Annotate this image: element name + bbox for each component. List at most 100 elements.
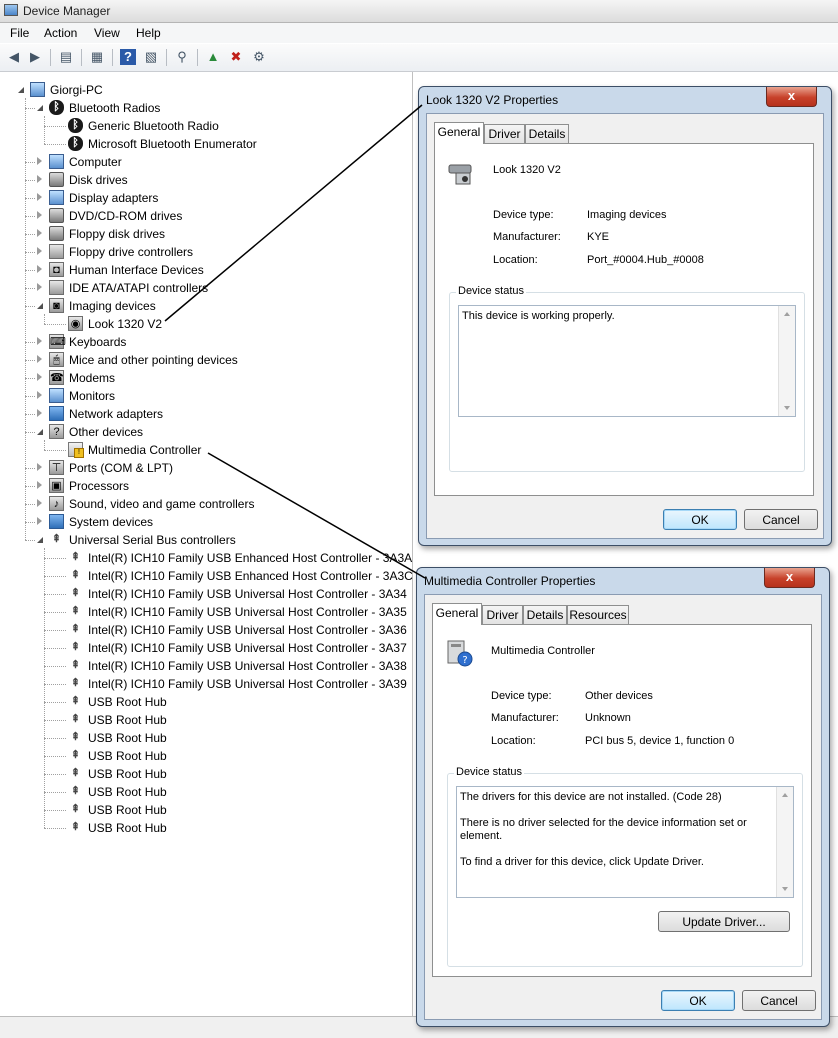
expand-arrow-icon[interactable] [37,211,42,219]
properties-icon[interactable]: ▦ [89,49,105,65]
tree-node[interactable]: ♪ Sound, video and game controllers [37,495,400,513]
tree-node[interactable]: Display adapters [37,189,400,207]
expand-arrow-icon[interactable] [37,499,42,507]
device-status-textbox[interactable]: The drivers for this device are not inst… [456,786,794,898]
expand-arrow-icon[interactable] [37,265,42,273]
tree-node[interactable]: ◘ Human Interface Devices [37,261,400,279]
tree-node[interactable]: ⇞ USB Root Hub [56,729,400,747]
collapse-arrow-icon[interactable] [18,87,24,93]
scroll-up-icon[interactable] [782,793,788,797]
tree-node[interactable]: ⇞ USB Root Hub [56,747,400,765]
tab-driver[interactable]: Driver [482,605,523,624]
tree-node[interactable]: ⇞ Intel(R) ICH10 Family USB Universal Hos… [56,657,407,675]
ok-button[interactable]: OK [663,509,737,530]
tab-general[interactable]: General [434,122,484,144]
tree-node[interactable]: ⊤ Ports (COM & LPT) [37,459,400,477]
tree-node[interactable]: ⇞ USB Root Hub [56,783,400,801]
close-button[interactable]: x [766,87,817,107]
tree-node[interactable]: 🖱 Mice and other pointing devices [37,351,400,369]
expand-arrow-icon[interactable] [37,175,42,183]
status-scrollbar[interactable] [776,787,793,897]
expand-arrow-icon[interactable] [37,193,42,201]
tree-node[interactable]: System devices [37,513,400,531]
tab-general[interactable]: General [432,603,482,625]
tree-node[interactable]: ? Other devices [37,423,400,441]
expand-arrow-icon[interactable] [37,517,42,525]
tree-node[interactable]: ⇞ USB Root Hub [56,765,400,783]
tree-node[interactable]: Giorgi-PC [18,81,400,99]
tree-node[interactable]: Floppy drive controllers [37,243,400,261]
tree-node[interactable]: ⇞ Intel(R) ICH10 Family USB Universal Hos… [56,585,407,603]
status-scrollbar[interactable] [778,306,795,416]
expand-arrow-icon[interactable] [37,373,42,381]
collapse-arrow-icon[interactable] [37,105,43,111]
tree-node[interactable]: ☎ Modems [37,369,400,387]
tree-node[interactable]: Multimedia Controller [56,441,400,459]
tree-node[interactable]: ▣ Processors [37,477,400,495]
collapse-arrow-icon[interactable] [37,429,43,435]
tree-node[interactable]: ⇞ Intel(R) ICH10 Family USB Enhanced Host… [56,567,413,585]
tree-node[interactable]: Monitors [37,387,400,405]
tree-node[interactable]: ⇞ Intel(R) ICH10 Family USB Universal Hos… [56,621,407,639]
tab-driver[interactable]: Driver [484,124,525,143]
tree-node[interactable]: Floppy disk drives [37,225,400,243]
tab-resources[interactable]: Resources [567,605,629,624]
expand-arrow-icon[interactable] [37,355,42,363]
expand-arrow-icon[interactable] [37,247,42,255]
tree-node[interactable]: DVD/CD-ROM drives [37,207,400,225]
menu-action[interactable]: Action [44,26,77,40]
action-pane-icon[interactable]: ▧ [143,49,159,65]
tree-node[interactable]: IDE ATA/ATAPI controllers [37,279,400,297]
cancel-button[interactable]: Cancel [742,990,816,1011]
expand-arrow-icon[interactable] [37,283,42,291]
expand-arrow-icon[interactable] [37,481,42,489]
device-tree[interactable]: Giorgi-PC ᛒ Bluetooth Radios ᛒ Generic Bluet… [0,72,413,1016]
tree-node[interactable]: ⇞ Intel(R) ICH10 Family USB Universal Hos… [56,639,407,657]
expand-arrow-icon[interactable] [37,463,42,471]
cancel-button[interactable]: Cancel [744,509,818,530]
update-driver-button[interactable]: Update Driver... [658,911,790,932]
collapse-arrow-icon[interactable] [37,537,43,543]
close-button[interactable]: x [764,568,815,588]
collapse-arrow-icon[interactable] [37,303,43,309]
expand-arrow-icon[interactable] [37,229,42,237]
disable-device-icon[interactable]: ⚙ [251,49,267,65]
device-status-textbox[interactable]: This device is working properly. [458,305,796,417]
expand-arrow-icon[interactable] [37,157,42,165]
tree-node[interactable]: ᛒ Generic Bluetooth Radio [56,117,400,135]
scan-hardware-icon[interactable]: ⚲ [174,49,190,65]
ok-button[interactable]: OK [661,990,735,1011]
tree-node[interactable]: Disk drives [37,171,400,189]
tree-node[interactable]: ⇞ Intel(R) ICH10 Family USB Universal Hos… [56,675,407,693]
tree-node[interactable]: ⇞ USB Root Hub [56,819,400,837]
tree-node[interactable]: Computer [37,153,400,171]
scroll-down-icon[interactable] [782,887,788,891]
scroll-up-icon[interactable] [784,312,790,316]
tree-node[interactable]: ◉ Look 1320 V2 [56,315,400,333]
tree-node[interactable]: ᛒ Microsoft Bluetooth Enumerator [56,135,400,153]
tree-node[interactable]: ⇞ Universal Serial Bus controllers [37,531,400,549]
help-icon[interactable]: ? [120,49,136,65]
tree-node[interactable]: ᛒ Bluetooth Radios [37,99,400,117]
tree-node[interactable]: ⇞ Intel(R) ICH10 Family USB Universal Hos… [56,603,407,621]
scroll-down-icon[interactable] [784,406,790,410]
tree-node[interactable]: ⇞ USB Root Hub [56,801,400,819]
expand-arrow-icon[interactable] [37,409,42,417]
menu-view[interactable]: View [94,26,120,40]
expand-arrow-icon[interactable] [37,337,42,345]
tree-node[interactable]: Network adapters [37,405,400,423]
forward-arrow-icon[interactable]: ▶ [27,49,43,65]
tree-node[interactable]: ⇞ USB Root Hub [56,693,400,711]
update-driver-icon[interactable]: ▲ [205,49,221,65]
tree-node[interactable]: ◙ Imaging devices [37,297,400,315]
menu-file[interactable]: File [10,26,29,40]
tab-details[interactable]: Details [525,124,569,143]
menu-help[interactable]: Help [136,26,161,40]
expand-arrow-icon[interactable] [37,391,42,399]
show-hide-tree-icon[interactable]: ▤ [58,49,74,65]
tab-details[interactable]: Details [523,605,567,624]
uninstall-icon[interactable]: ✖ [228,49,244,65]
back-arrow-icon[interactable]: ◀ [6,49,22,65]
tree-node[interactable]: ⌨ Keyboards [37,333,400,351]
tree-node[interactable]: ⇞ USB Root Hub [56,711,400,729]
